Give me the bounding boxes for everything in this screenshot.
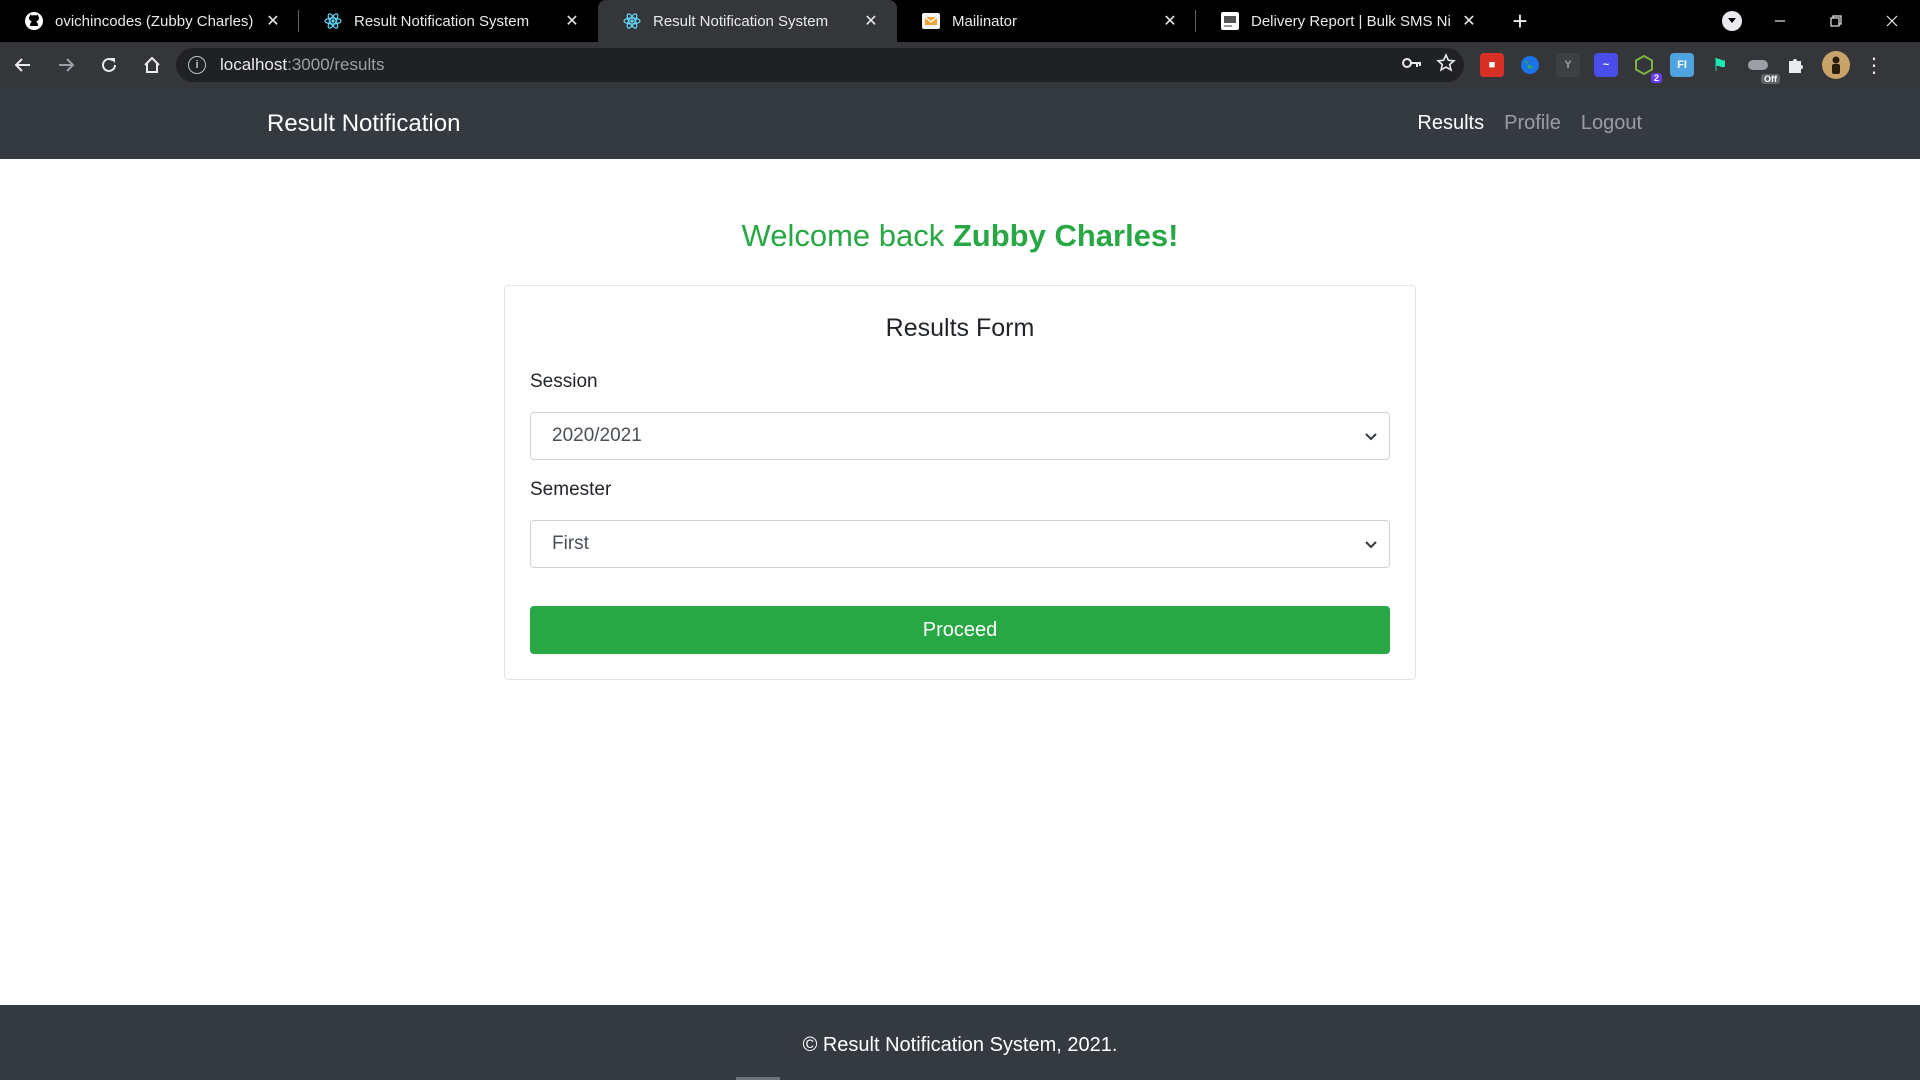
tab-title: ovichincodes (Zubby Charles) (55, 12, 254, 30)
tab-title: Delivery Report | Bulk SMS Niger (1251, 12, 1451, 30)
tab-title: Mailinator (952, 12, 1018, 30)
navbar-links: Results Profile Logout (1417, 112, 1642, 135)
window-controls (1752, 0, 1920, 42)
nav-link-profile[interactable]: Profile (1504, 112, 1561, 135)
site-footer: © Result Notification System, 2021. (0, 1005, 1920, 1080)
close-icon[interactable]: ✕ (263, 11, 283, 31)
extension-red-icon[interactable]: ■ (1480, 53, 1504, 77)
browser-tab[interactable]: ovichincodes (Zubby Charles) ✕ (0, 0, 299, 42)
session-select[interactable]: 2020/2021 (530, 412, 1390, 460)
session-select-value: 2020/2021 (552, 425, 642, 446)
nav-link-logout[interactable]: Logout (1581, 112, 1642, 135)
toggle-extension-icon[interactable]: Off (1746, 53, 1780, 84)
mailinator-icon (921, 11, 941, 31)
address-bar[interactable]: i localhost:3000/results (176, 48, 1464, 82)
proceed-button[interactable]: Proceed (530, 606, 1390, 654)
welcome-prefix: Welcome back (741, 218, 953, 253)
y-extension-icon[interactable]: Y (1556, 53, 1580, 77)
browser-menu-icon[interactable]: ⋮ (1864, 53, 1884, 78)
browser-tab-strip: ovichincodes (Zubby Charles) ✕ Result No… (0, 0, 1920, 42)
close-icon[interactable]: ✕ (1459, 11, 1479, 31)
session-label: Session (530, 371, 598, 392)
nav-link-results[interactable]: Results (1417, 112, 1484, 135)
url-path: :3000/results (287, 55, 385, 74)
forward-arrow-icon[interactable] (46, 45, 86, 85)
puzzle-icon[interactable] (1784, 53, 1808, 77)
welcome-user-name: Zubby Charles! (952, 218, 1179, 253)
new-tab-plus-icon[interactable]: + (1499, 0, 1541, 42)
semester-label: Semester (530, 479, 612, 500)
close-icon[interactable]: ✕ (861, 11, 881, 31)
semester-select-value: First (552, 533, 589, 554)
window-close-icon[interactable] (1864, 0, 1920, 42)
minimize-icon[interactable] (1752, 0, 1808, 42)
form-title: Results Form (885, 314, 1035, 342)
restore-icon[interactable] (1808, 0, 1864, 42)
tab-title: Result Notification System (354, 12, 530, 30)
results-form-card: Results Form Session 2020/2021 Semester … (504, 285, 1416, 680)
browser-toolbar: i localhost:3000/results ■ Y ~ 2 FI ⚑ Of… (0, 42, 1920, 88)
extension-badge: 2 (1650, 73, 1662, 83)
chevron-down-icon (1365, 433, 1377, 441)
site-navbar: Result Notification Results Profile Logo… (0, 88, 1920, 159)
footer-copyright: © Result Notification System, 2021. (802, 1034, 1118, 1056)
browser-tab[interactable]: Mailinator ✕ (897, 0, 1196, 42)
close-icon[interactable]: ✕ (1160, 11, 1180, 31)
reload-icon[interactable] (89, 45, 129, 85)
chevron-down-icon (1365, 541, 1377, 549)
url-host: localhost (220, 55, 288, 74)
key-icon[interactable] (1402, 56, 1422, 75)
extension-off-badge: Off (1761, 74, 1780, 84)
github-icon (24, 11, 44, 31)
extensions-bar: ■ Y ~ 2 FI ⚑ Off ⋮ (1480, 42, 1884, 88)
site-info-icon[interactable]: i (188, 56, 206, 74)
profile-avatar[interactable] (1822, 51, 1850, 79)
globe-extension-icon[interactable] (1518, 53, 1542, 77)
semester-select[interactable]: First (530, 520, 1390, 568)
tab-search-icon[interactable] (1722, 11, 1742, 31)
fi-extension-icon[interactable]: FI (1670, 53, 1694, 77)
back-arrow-icon[interactable] (3, 45, 43, 85)
tab-title: Result Notification System (653, 12, 829, 30)
react-icon (622, 11, 642, 31)
sms-icon (1220, 11, 1240, 31)
navbar-brand[interactable]: Result Notification (267, 110, 460, 138)
browser-tab-active[interactable]: Result Notification System ✕ (598, 0, 897, 42)
hexagon-extension-icon[interactable]: 2 (1632, 53, 1662, 83)
bookmark-star-icon[interactable] (1436, 52, 1456, 78)
browser-tab[interactable]: Result Notification System ✕ (299, 0, 598, 42)
welcome-heading: Welcome back Zubby Charles! (0, 218, 1920, 254)
close-icon[interactable]: ✕ (562, 11, 582, 31)
react-icon (323, 11, 343, 31)
green-flag-extension-icon[interactable]: ⚑ (1708, 53, 1732, 77)
browser-tab[interactable]: Delivery Report | Bulk SMS Niger ✕ (1196, 0, 1495, 42)
home-icon[interactable] (132, 45, 172, 85)
wave-extension-icon[interactable]: ~ (1594, 53, 1618, 77)
